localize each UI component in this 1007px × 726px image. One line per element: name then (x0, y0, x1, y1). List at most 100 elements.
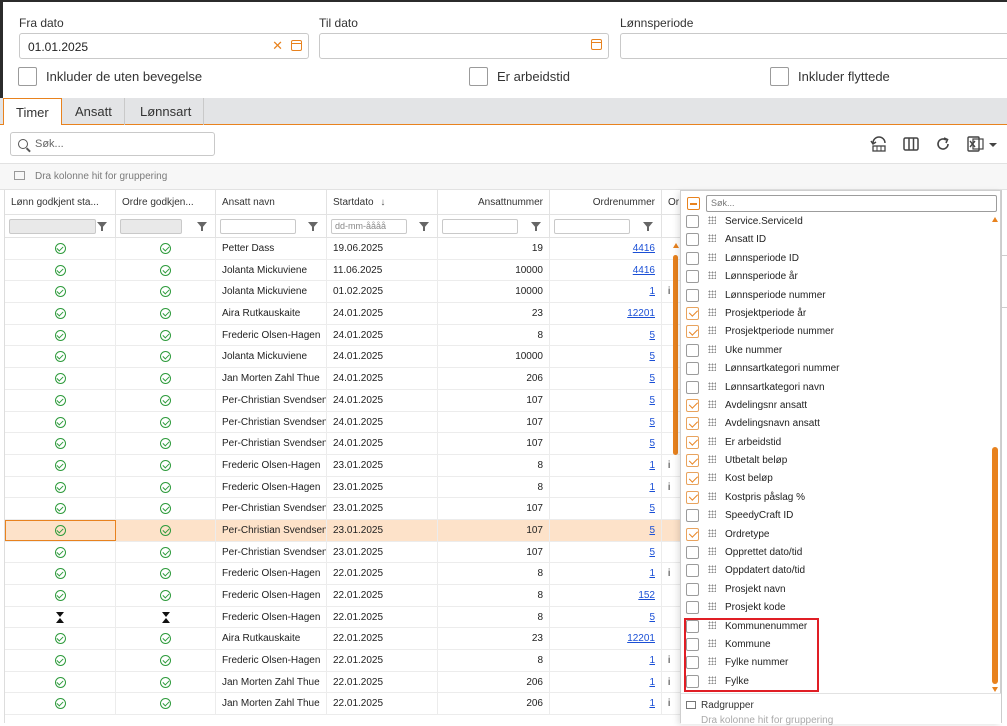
scroll-up-icon[interactable] (992, 217, 998, 222)
ordrenummer-link[interactable]: 5 (649, 525, 655, 536)
cell-startdato[interactable]: 22.01.2025 (327, 628, 438, 650)
cell-ordre-godkjent[interactable] (116, 389, 216, 411)
cell-ansatt-navn[interactable]: Jolanta Mickuviene (216, 346, 327, 368)
ordrenummer-link[interactable]: 5 (649, 438, 655, 449)
calendar-icon[interactable] (591, 39, 602, 50)
ordrenummer-link[interactable]: 5 (649, 503, 655, 514)
cell-ordrenummer[interactable]: 12201 (550, 303, 662, 325)
ordrenummer-link[interactable]: 5 (649, 547, 655, 558)
filter-icon[interactable] (643, 222, 653, 231)
cell-ansatt-navn[interactable]: Frederic Olsen-Hagen (216, 476, 327, 498)
column-option[interactable]: Kost beløp (681, 470, 991, 488)
cell-ordrenummer[interactable]: 5 (550, 411, 662, 433)
filter-icon[interactable] (531, 222, 541, 231)
cell-ansattnummer[interactable]: 206 (438, 671, 550, 693)
table-row[interactable]: Per-Christian Svendsen 23.01.2025 107 5 (5, 498, 684, 520)
col-ansattnummer[interactable]: Ansattnummer (438, 190, 550, 215)
drag-handle-icon[interactable] (708, 363, 716, 372)
column-checkbox[interactable] (686, 288, 699, 302)
table-row[interactable]: Per-Christian Svendsen 24.01.2025 107 5 (5, 411, 684, 434)
table-row[interactable]: Frederic Olsen-Hagen 24.01.2025 8 5 (5, 324, 684, 347)
table-row[interactable]: Per-Christian Svendsen 23.01.2025 107 5 (5, 541, 684, 564)
cell-ansatt-navn[interactable]: Per-Christian Svendsen (216, 389, 327, 411)
drag-handle-icon[interactable] (708, 455, 716, 464)
drag-handle-icon[interactable] (708, 307, 716, 316)
tab-ansatt[interactable]: Ansatt (63, 98, 125, 125)
cell-lonn-godkjent[interactable] (5, 541, 116, 563)
cell-startdato[interactable]: 01.02.2025 (327, 281, 438, 303)
cell-lonn-godkjent[interactable] (5, 281, 116, 303)
side-tab-filters[interactable] (1002, 260, 1007, 308)
ordrenummer-link[interactable]: 5 (649, 612, 655, 623)
cell-ansattnummer[interactable]: 19 (438, 238, 550, 259)
cell-ansattnummer[interactable]: 8 (438, 476, 550, 498)
column-option[interactable]: Ordretype (681, 526, 991, 544)
drag-handle-icon[interactable] (708, 528, 716, 537)
column-option[interactable]: Lønnsartkategori nummer (681, 360, 991, 378)
cell-ordre-godkjent[interactable] (116, 238, 216, 259)
cell-startdato[interactable]: 23.01.2025 (327, 498, 438, 520)
cell-ordre-godkjent[interactable] (116, 498, 216, 520)
cell-ansatt-navn[interactable]: Jan Morten Zahl Thue (216, 693, 327, 715)
cell-startdato[interactable]: 22.01.2025 (327, 671, 438, 693)
cell-startdato[interactable]: 24.01.2025 (327, 303, 438, 325)
column-option[interactable]: Ansatt ID (681, 231, 991, 249)
table-row[interactable]: Frederic Olsen-Hagen 23.01.2025 8 1 i (5, 476, 684, 499)
cell-ansatt-navn[interactable]: Per-Christian Svendsen (216, 498, 327, 520)
cell-lonn-godkjent[interactable] (5, 411, 116, 433)
cell-lonn-godkjent[interactable] (5, 498, 116, 520)
ordrenummer-link[interactable]: 152 (638, 590, 655, 601)
chooser-scroll-thumb[interactable] (992, 447, 998, 684)
cell-ordrenummer[interactable]: 12201 (550, 628, 662, 650)
column-option[interactable]: Service.ServiceId (681, 213, 991, 231)
cell-lonn-godkjent[interactable] (5, 606, 116, 628)
cell-startdato[interactable]: 24.01.2025 (327, 389, 438, 411)
drag-handle-icon[interactable] (708, 491, 716, 500)
filter-ordre-godkjent[interactable] (120, 219, 182, 234)
cell-ordrenummer[interactable]: 1 (550, 650, 662, 672)
cell-lonn-godkjent[interactable] (5, 454, 116, 476)
cell-ansatt-navn[interactable]: Jan Morten Zahl Thue (216, 671, 327, 693)
cell-startdato[interactable]: 23.01.2025 (327, 541, 438, 563)
grid-scroll-thumb[interactable] (673, 255, 678, 455)
er-arbeidstid-option[interactable]: Er arbeidstid (469, 67, 570, 86)
refresh-icon[interactable] (934, 135, 952, 153)
cell-ansatt-navn[interactable]: Per-Christian Svendsen (216, 541, 327, 563)
cell-lonn-godkjent[interactable] (5, 693, 116, 715)
column-checkbox[interactable] (686, 472, 699, 486)
tab-lonnsart[interactable]: Lønnsart (128, 98, 205, 125)
column-checkbox[interactable] (686, 509, 699, 523)
table-row[interactable]: Frederic Olsen-Hagen 22.01.2025 8 1 i (5, 650, 684, 672)
cell-lonn-godkjent[interactable] (5, 476, 116, 498)
cell-lonn-godkjent[interactable] (5, 650, 116, 672)
filter-icon[interactable] (197, 222, 207, 231)
calendar-icon[interactable] (291, 40, 302, 51)
cell-ordrenummer[interactable]: 5 (550, 389, 662, 411)
column-checkbox[interactable] (686, 362, 699, 376)
cell-ansatt-navn[interactable]: Aira Rutkauskaite (216, 303, 327, 325)
cell-ordre-godkjent[interactable] (116, 541, 216, 563)
cell-ansattnummer[interactable]: 8 (438, 650, 550, 672)
column-option[interactable]: Avdelingsnavn ansatt (681, 415, 991, 433)
column-option[interactable]: Prosjekt navn (681, 581, 991, 599)
column-checkbox[interactable] (686, 601, 699, 615)
column-checkbox[interactable] (686, 380, 699, 394)
clear-icon[interactable]: ✕ (272, 39, 283, 52)
cell-ordrenummer[interactable]: 5 (550, 498, 662, 520)
cell-ordrenummer[interactable]: 1 (550, 563, 662, 585)
column-checkbox[interactable] (686, 417, 699, 431)
cell-ansatt-navn[interactable]: Per-Christian Svendsen (216, 519, 327, 541)
table-row[interactable]: Frederic Olsen-Hagen 22.01.2025 8 1 i (5, 563, 684, 585)
col-lonn-godkjent[interactable]: Lønn godkjent sta... (5, 190, 116, 215)
cell-ordrenummer[interactable]: 1 (550, 693, 662, 715)
column-checkbox[interactable] (686, 325, 699, 339)
cell-ordrenummer[interactable]: 4416 (550, 259, 662, 281)
column-option[interactable]: Opprettet dato/tid (681, 544, 991, 562)
cell-ordrenummer[interactable]: 5 (550, 346, 662, 368)
cell-lonn-godkjent[interactable] (5, 519, 116, 541)
ordrenummer-link[interactable]: 12201 (627, 308, 655, 319)
column-option[interactable]: Lønnsperiode nummer (681, 287, 991, 305)
cell-ansatt-navn[interactable]: Per-Christian Svendsen (216, 411, 327, 433)
column-option[interactable]: Lønnsperiode ID (681, 250, 991, 268)
cell-ordre-godkjent[interactable] (116, 346, 216, 368)
